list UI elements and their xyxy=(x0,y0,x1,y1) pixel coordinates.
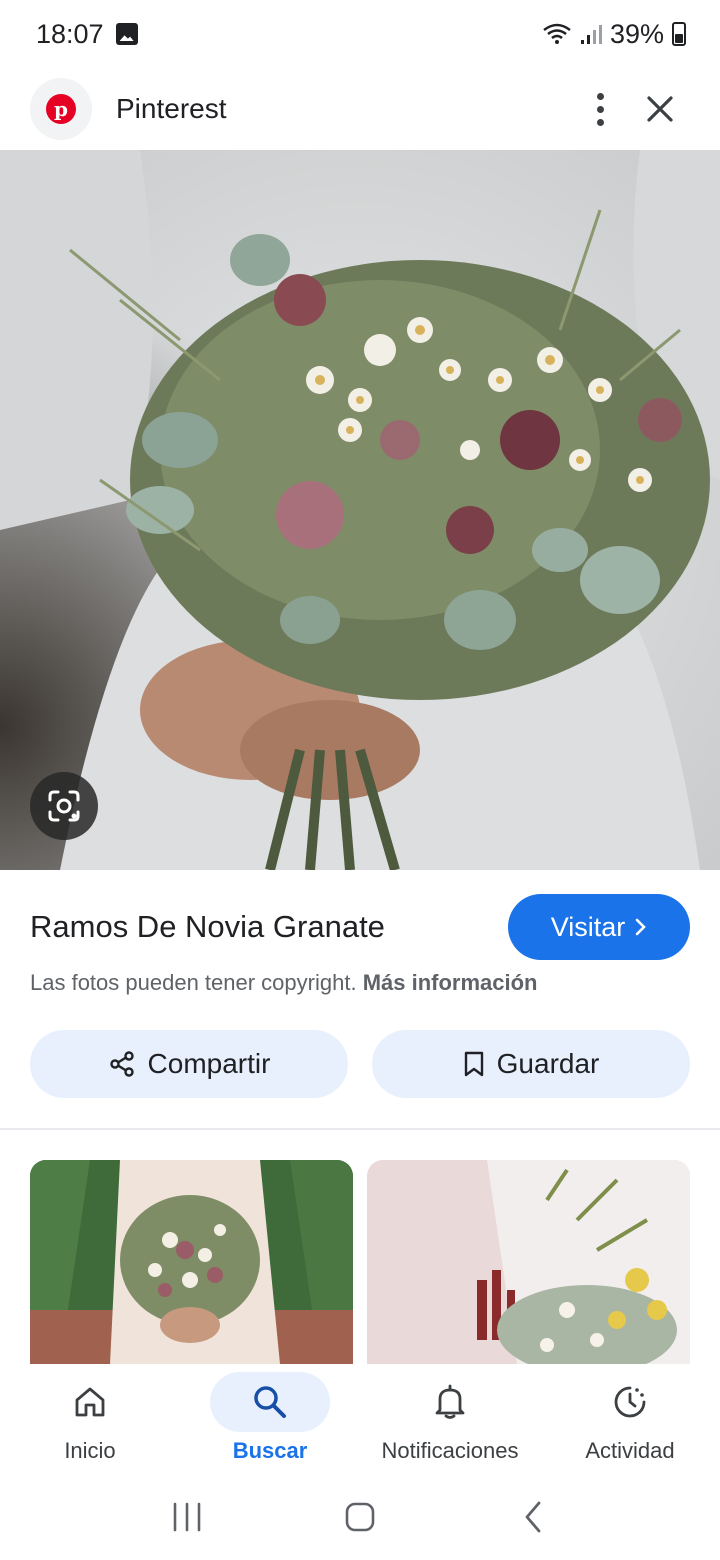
pinterest-logo: p xyxy=(30,78,92,140)
app-header: p Pinterest xyxy=(0,68,720,150)
bouquet-photo xyxy=(0,150,720,870)
activity-icon xyxy=(614,1386,646,1418)
search-icon xyxy=(254,1386,286,1418)
related-pins xyxy=(30,1160,690,1364)
status-time: 18:07 xyxy=(36,18,104,49)
pin-title: Ramos De Novia Granate xyxy=(30,909,385,944)
bottom-navigation: Inicio Buscar Notificaciones Actividad xyxy=(0,1364,720,1474)
wifi-icon xyxy=(543,23,571,44)
nav-item-actividad[interactable]: Actividad xyxy=(540,1364,720,1474)
more-options-button[interactable] xyxy=(570,79,630,139)
battery-icon xyxy=(672,22,686,46)
bell-icon xyxy=(435,1384,465,1419)
nav-item-notificaciones[interactable]: Notificaciones xyxy=(360,1364,540,1474)
back-button[interactable] xyxy=(503,1492,563,1542)
more-vert-icon xyxy=(596,92,604,126)
copyright-notice: Las fotos pueden tener copyright. Más in… xyxy=(0,960,720,996)
section-divider xyxy=(0,1128,720,1130)
signal-icon xyxy=(580,25,602,44)
nav-label-buscar: Buscar xyxy=(232,1438,308,1463)
home-icon xyxy=(75,1387,105,1417)
recent-apps-button[interactable] xyxy=(157,1492,217,1542)
visual-search-button[interactable] xyxy=(30,772,98,840)
save-label: Guardar xyxy=(496,1048,600,1079)
back-chevron-icon xyxy=(525,1501,541,1533)
recent-apps-icon xyxy=(173,1502,200,1532)
nav-label-inicio: Inicio xyxy=(64,1438,116,1463)
copyright-text: Las fotos pueden tener copyright. xyxy=(30,970,357,995)
visit-label: Visitar xyxy=(550,911,626,942)
related-bouquet-photo xyxy=(30,1160,353,1364)
share-button[interactable]: Compartir xyxy=(30,1030,348,1098)
more-info-link[interactable]: Más información xyxy=(363,970,538,995)
nav-item-buscar[interactable]: Buscar xyxy=(180,1364,360,1474)
image-notification-icon xyxy=(115,23,138,45)
save-button[interactable]: Guardar xyxy=(372,1030,690,1098)
pin-info: Ramos De Novia Granate Visitar Las fotos… xyxy=(0,870,720,1098)
battery-percent: 39% xyxy=(609,18,664,49)
bookmark-icon xyxy=(464,1051,483,1077)
visit-button[interactable]: Visitar xyxy=(508,894,690,960)
related-bouquet-photo xyxy=(367,1160,690,1364)
pin-image[interactable] xyxy=(0,150,720,870)
related-pin-thumbnail[interactable] xyxy=(30,1160,353,1364)
system-navigation-bar xyxy=(0,1474,720,1560)
pinterest-logo-mark: p xyxy=(46,94,76,124)
status-bar: 18:07 39% xyxy=(0,0,720,68)
app-title: Pinterest xyxy=(116,93,227,124)
home-system-button[interactable] xyxy=(330,1492,390,1542)
share-icon xyxy=(109,1051,134,1077)
chevron-right-icon xyxy=(635,918,647,936)
close-button[interactable] xyxy=(630,79,690,139)
nav-label-actividad: Actividad xyxy=(585,1438,675,1463)
lens-icon xyxy=(48,790,80,822)
home-square-icon xyxy=(345,1502,375,1532)
nav-label-notificaciones: Notificaciones xyxy=(381,1438,519,1463)
nav-item-inicio[interactable]: Inicio xyxy=(0,1364,180,1474)
close-icon xyxy=(647,96,673,122)
share-label: Compartir xyxy=(147,1048,271,1079)
related-pin-thumbnail[interactable] xyxy=(367,1160,690,1364)
